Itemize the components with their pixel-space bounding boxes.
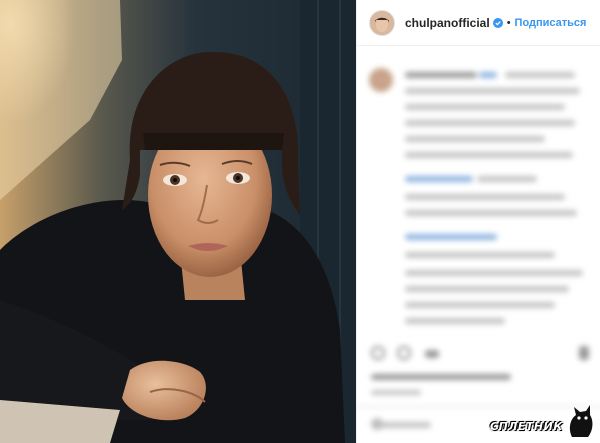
post-header: chulpanofficial • Подписаться [357,0,600,46]
watermark-text: СПЛЕТНИК [490,420,563,433]
username[interactable]: chulpanofficial [405,16,490,30]
avatar[interactable] [369,9,395,36]
post-side-panel: chulpanofficial • Подписаться СПЛЕТНИК [356,0,600,443]
verified-badge-icon [492,17,503,28]
follow-button[interactable]: Подписаться [515,17,587,29]
watermark: СПЛЕТНИК [490,399,594,439]
separator-dot: • [506,16,511,29]
blurred-caption-area [357,46,600,443]
post-photo[interactable] [0,0,356,443]
portrait-image [0,0,356,443]
